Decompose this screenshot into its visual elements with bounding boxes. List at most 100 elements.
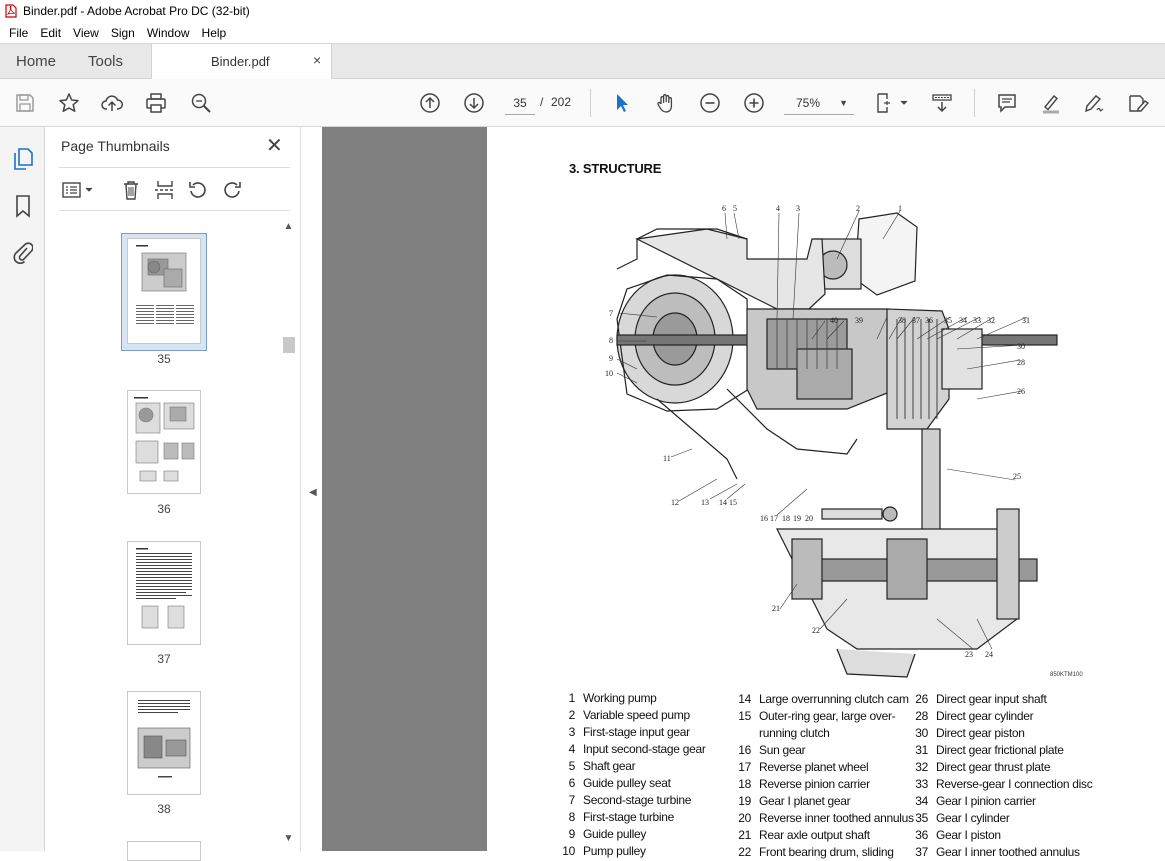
- close-tab-icon[interactable]: ×: [313, 52, 321, 68]
- sign-icon[interactable]: [1082, 91, 1106, 115]
- callout-36: 36: [925, 316, 933, 325]
- scroll-down-icon[interactable]: ▼: [282, 833, 295, 844]
- figure-code: 850KTM100: [1050, 672, 1083, 678]
- page-thumbnails-icon[interactable]: [11, 146, 35, 172]
- page-separator: /: [540, 95, 544, 109]
- zoom-select[interactable]: 75% ▼: [784, 91, 854, 115]
- legend-text: Guide pulley seat: [583, 776, 671, 790]
- legend-number: 22: [738, 845, 751, 859]
- highlight-icon[interactable]: [1039, 91, 1063, 115]
- pdf-file-icon: [4, 4, 17, 19]
- callout-15: 15: [729, 498, 737, 507]
- legend-text: Reverse inner toothed annulus: [759, 811, 914, 825]
- panel-splitter[interactable]: ◀: [300, 127, 322, 851]
- close-panel-icon[interactable]: ✕: [266, 133, 283, 158]
- legend-number: 16: [738, 743, 751, 757]
- thumbnail-options-icon[interactable]: [61, 178, 95, 202]
- previous-page-icon[interactable]: [418, 91, 442, 115]
- menu-sign[interactable]: Sign: [105, 26, 141, 40]
- menu-edit[interactable]: Edit: [34, 26, 67, 40]
- legend-row: 31 Direct gear frictional plate: [910, 742, 1092, 759]
- legend-row: 2 Variable speed pump: [557, 707, 706, 724]
- callout-22: 22: [812, 626, 820, 635]
- legend-number: 34: [915, 794, 928, 808]
- legend-text: Working pump: [583, 691, 657, 705]
- title-bar: Binder.pdf - Adobe Acrobat Pro DC (32-bi…: [0, 0, 1165, 22]
- tab-tools[interactable]: Tools: [88, 53, 123, 70]
- callout-39: 39: [855, 316, 863, 325]
- thumbnail-label-35: 35: [157, 352, 171, 366]
- callout-28: 28: [1017, 358, 1025, 367]
- callout-13: 13: [701, 498, 709, 507]
- search-zoom-icon[interactable]: [189, 91, 213, 115]
- callout-35: 35: [944, 316, 952, 325]
- chevron-down-icon: ▼: [839, 98, 848, 108]
- next-page-icon[interactable]: [462, 91, 486, 115]
- menu-file[interactable]: File: [3, 26, 34, 40]
- thumbnail-page-37[interactable]: [127, 541, 201, 645]
- collapse-panel-icon[interactable]: ◀: [309, 487, 317, 498]
- delete-page-icon[interactable]: [119, 178, 143, 202]
- scroll-mode-icon[interactable]: [930, 91, 954, 115]
- toolbar-divider: [974, 89, 975, 117]
- split-page-icon[interactable]: [153, 178, 177, 202]
- thumbnail-35-preview: [136, 245, 194, 324]
- legend-number: 2: [568, 708, 576, 722]
- legend-row: running clutch: [733, 725, 914, 742]
- window-title: Binder.pdf - Adobe Acrobat Pro DC (32-bi…: [23, 4, 250, 18]
- callout-14: 14: [719, 498, 727, 507]
- callout-7: 7: [609, 309, 613, 318]
- callout-21: 21: [772, 604, 780, 613]
- callout-19: 19: [793, 514, 801, 523]
- upload-icon[interactable]: [100, 91, 124, 115]
- menu-window[interactable]: Window: [141, 26, 196, 40]
- legend-text: Direct gear cylinder: [936, 709, 1034, 723]
- zoom-in-icon[interactable]: [742, 91, 766, 115]
- scroll-up-icon[interactable]: ▲: [282, 221, 295, 232]
- callout-33: 33: [973, 316, 981, 325]
- legend-row: 5 Shaft gear: [557, 758, 706, 775]
- thumbnail-page-38[interactable]: [127, 691, 201, 795]
- bookmarks-icon[interactable]: [11, 193, 35, 219]
- legend-number: 10: [562, 844, 575, 858]
- rotate-right-icon[interactable]: [220, 178, 244, 202]
- rotate-left-icon[interactable]: [186, 178, 210, 202]
- menu-help[interactable]: Help: [196, 26, 233, 40]
- callout-32: 32: [987, 316, 995, 325]
- hand-icon[interactable]: [654, 91, 678, 115]
- menu-view[interactable]: View: [67, 26, 105, 40]
- fill-sign-icon[interactable]: [1126, 91, 1150, 115]
- legend-row: 26 Direct gear input shaft: [910, 691, 1092, 708]
- zoom-out-icon[interactable]: [698, 91, 722, 115]
- callout-12: 12: [671, 498, 679, 507]
- tab-document[interactable]: Binder.pdf ×: [151, 44, 332, 80]
- comment-icon[interactable]: [995, 91, 1019, 115]
- scrollbar-thumb[interactable]: [283, 337, 295, 353]
- legend-text: Pump pulley: [583, 844, 646, 858]
- thumbnail-page-partial[interactable]: [127, 841, 201, 861]
- thumbnail-scrollbar[interactable]: ▲ ▼: [282, 221, 295, 851]
- page-fit-icon[interactable]: [874, 91, 910, 115]
- page-number-input[interactable]: 35: [505, 91, 535, 115]
- legend-row: 32 Direct gear thrust plate: [910, 759, 1092, 776]
- callout-10: 10: [605, 369, 613, 378]
- legend-row: 4 Input second-stage gear: [557, 741, 706, 758]
- legend-number: 8: [568, 810, 576, 824]
- callout-1: 1: [898, 204, 902, 213]
- panel-divider: [59, 210, 290, 211]
- save-icon[interactable]: [13, 91, 37, 115]
- legend-row: 10 Pump pulley: [557, 843, 706, 860]
- thumbnail-page-35[interactable]: [127, 238, 201, 344]
- select-cursor-icon[interactable]: [610, 91, 634, 115]
- legend-number: 30: [915, 726, 928, 740]
- legend-number: 17: [738, 760, 751, 774]
- legend-row: 18 Reverse pinion carrier: [733, 776, 914, 793]
- print-icon[interactable]: [144, 91, 168, 115]
- attachments-icon[interactable]: [11, 239, 35, 265]
- bookmark-star-icon[interactable]: [57, 91, 81, 115]
- tab-home[interactable]: Home: [16, 53, 56, 70]
- legend-number: [733, 725, 751, 742]
- thumbnail-page-36[interactable]: [127, 390, 201, 494]
- legend-text: Outer-ring gear, large over-: [759, 709, 896, 723]
- callout-18: 18: [782, 514, 790, 523]
